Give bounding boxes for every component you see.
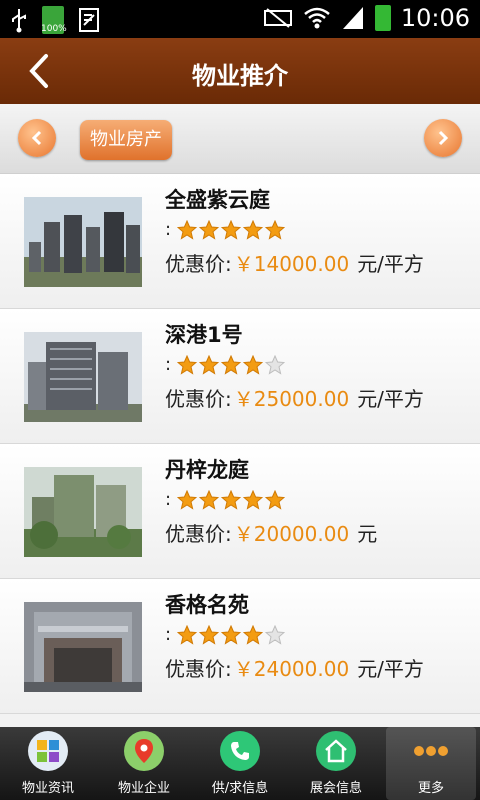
list-item[interactable]: 全盛紫云庭 : 优惠价: ￥14000.00 元/平方 (0, 174, 480, 309)
property-rating: : (165, 624, 286, 645)
star-filled-icon (177, 219, 198, 240)
star-empty-icon (265, 354, 286, 375)
star-filled-icon (265, 489, 286, 510)
category-tab-bar: 物业房产 (0, 104, 480, 174)
map-pin-icon (124, 731, 164, 771)
header-bar: 物业推介 (0, 38, 480, 104)
property-name: 深港1号 (165, 323, 243, 347)
star-filled-icon (221, 354, 242, 375)
usb-icon (12, 9, 26, 33)
sim-card-icon (79, 8, 99, 32)
status-right-icons: 10:06 (263, 4, 470, 32)
price-label: 优惠价: (165, 387, 232, 411)
price-value: ￥20000.00 (233, 522, 350, 546)
battery-status-icon: 100% (41, 6, 67, 34)
price-row: 优惠价: ￥20000.00 元 (165, 518, 377, 547)
page-title: 物业推介 (192, 62, 288, 90)
property-rating: : (165, 354, 286, 375)
nav-item-exhibitions[interactable]: 展会信息 (288, 727, 384, 800)
star-filled-icon (199, 354, 220, 375)
price-unit: 元 (357, 522, 378, 546)
price-unit: 元/平方 (357, 387, 424, 411)
property-rating: : (165, 219, 286, 240)
phone-icon (220, 731, 260, 771)
price-value: ￥14000.00 (233, 252, 350, 276)
next-category-button[interactable] (424, 119, 462, 157)
star-filled-icon (199, 624, 220, 645)
property-photo (24, 467, 142, 557)
price-label: 优惠价: (165, 522, 232, 546)
price-row: 优惠价: ￥14000.00 元/平方 (165, 248, 424, 277)
price-row: 优惠价: ￥24000.00 元/平方 (165, 653, 424, 682)
prev-category-button[interactable] (18, 119, 56, 157)
nav-item-property-companies[interactable]: 物业企业 (96, 727, 192, 800)
house-icon (316, 731, 356, 771)
star-filled-icon (177, 624, 198, 645)
price-value: ￥25000.00 (233, 387, 350, 411)
list-item[interactable]: 香格名苑 : 优惠价: ￥24000.00 元/平方 (0, 579, 480, 714)
star-rating (177, 219, 286, 240)
price-unit: 元/平方 (357, 657, 424, 681)
star-filled-icon (243, 624, 264, 645)
price-unit: 元/平方 (357, 252, 424, 276)
status-left-icons: 100% (10, 6, 100, 34)
star-filled-icon (221, 219, 242, 240)
star-filled-icon (177, 354, 198, 375)
property-name: 丹梓龙庭 (165, 458, 249, 482)
star-filled-icon (199, 489, 220, 510)
chevron-left-icon (31, 130, 42, 146)
clock: 10:06 (400, 4, 470, 32)
property-photo (24, 332, 142, 422)
list-item[interactable]: 丹梓龙庭 : 优惠价: ￥20000.00 元 (0, 444, 480, 579)
signal-icon (342, 7, 363, 29)
mute-icon (263, 8, 292, 28)
star-rating (177, 624, 286, 645)
nav-item-supply-demand[interactable]: 供/求信息 (192, 727, 288, 800)
star-filled-icon (177, 489, 198, 510)
puzzle-icon (28, 731, 68, 771)
nav-item-property-news[interactable]: 物业资讯 (0, 727, 96, 800)
star-rating (177, 489, 286, 510)
list-item[interactable]: 深港1号 : 优惠价: ￥25000.00 元/平方 (0, 309, 480, 444)
property-rating: : (165, 489, 286, 510)
star-filled-icon (221, 489, 242, 510)
tab-property-housing[interactable]: 物业房产 (80, 120, 172, 160)
star-filled-icon (199, 219, 220, 240)
star-filled-icon (243, 354, 264, 375)
star-filled-icon (243, 219, 264, 240)
price-label: 优惠价: (165, 657, 232, 681)
wifi-icon (304, 7, 330, 29)
star-filled-icon (221, 624, 242, 645)
battery-icon (374, 5, 391, 31)
star-rating (177, 354, 286, 375)
status-bar: 100% 10:06 (0, 0, 480, 38)
price-row: 优惠价: ￥25000.00 元/平方 (165, 383, 424, 412)
price-label: 优惠价: (165, 252, 232, 276)
property-name: 全盛紫云庭 (165, 188, 270, 212)
property-photo (24, 197, 142, 287)
more-dots-icon (411, 731, 451, 771)
property-list: 全盛紫云庭 : 优惠价: ￥14000.00 元/平方 深港1号 : 优惠价: … (0, 174, 480, 714)
star-filled-icon (243, 489, 264, 510)
chevron-right-icon (438, 130, 449, 146)
property-name: 香格名苑 (165, 593, 249, 617)
star-filled-icon (265, 219, 286, 240)
property-photo (24, 602, 142, 692)
price-value: ￥24000.00 (233, 657, 350, 681)
star-empty-icon (265, 624, 286, 645)
bottom-nav: 物业资讯 物业企业 供/求信息 展会信息 更多 (0, 727, 480, 800)
nav-item-more[interactable]: 更多 (386, 727, 476, 800)
